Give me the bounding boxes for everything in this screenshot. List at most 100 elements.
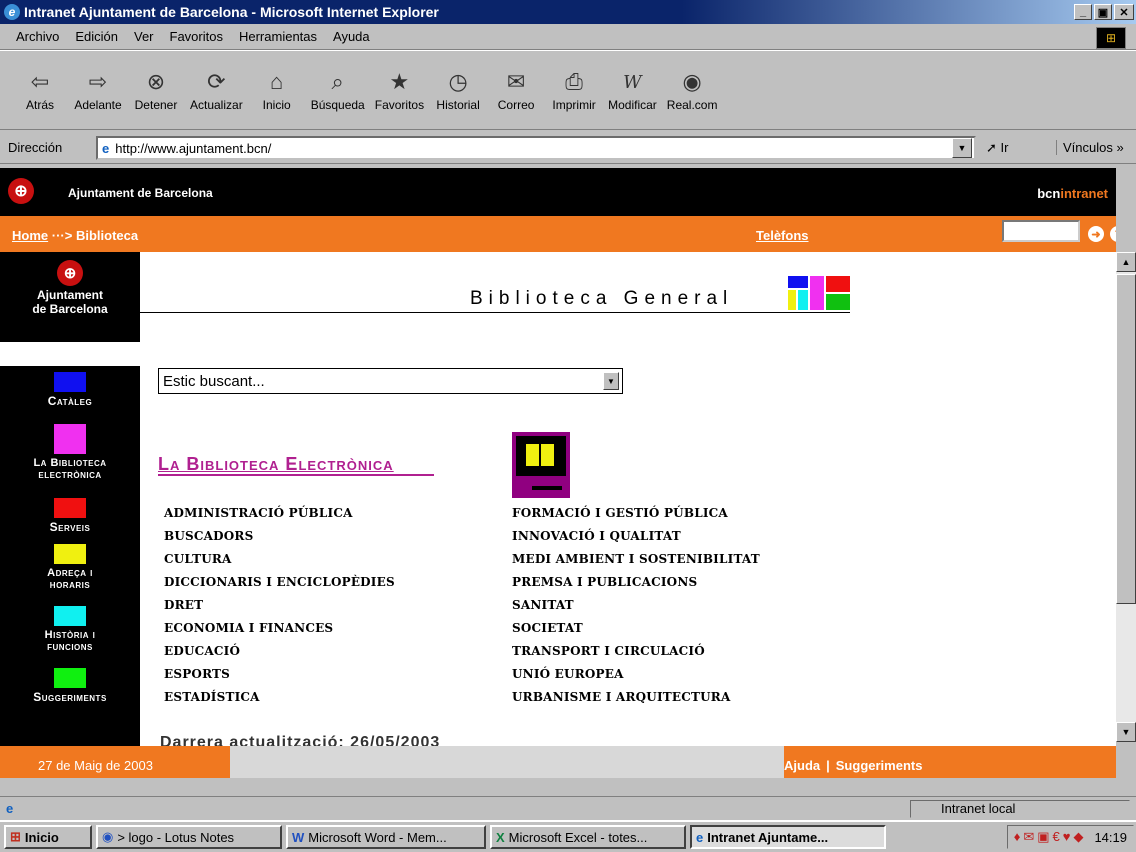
category-link[interactable]: CULTURA <box>164 552 232 566</box>
category-link[interactable]: UNIÓ EUROPEA <box>512 667 624 681</box>
category-link[interactable]: FORMACIÓ I GESTIÓ PÚBLICA <box>512 506 728 520</box>
forward-arrow-icon: ⇨ <box>88 69 108 94</box>
category-link[interactable]: EDUCACIÓ <box>164 644 240 658</box>
sidebar-item-adreca-horaris[interactable]: Adreça i horaris <box>0 544 140 591</box>
sidebar-item-cataleg[interactable]: Catàleg <box>0 372 140 408</box>
print-button[interactable]: ⎙ Imprimir <box>550 68 598 112</box>
phones-link[interactable]: Telèfons <box>756 228 809 243</box>
search-go-icon[interactable]: ➜ <box>1088 226 1104 242</box>
category-link[interactable]: URBANISME I ARQUITECTURA <box>512 690 730 704</box>
category-link[interactable]: MEDI AMBIENT I SOSTENIBILITAT <box>512 552 760 566</box>
excel-icon: X <box>496 829 505 845</box>
menu-ver[interactable]: Ver <box>134 29 154 44</box>
page-status-icon: e <box>6 801 14 816</box>
help-icon[interactable]: ? <box>1110 226 1116 242</box>
ajuntament-logo-icon: ⊕ <box>8 178 34 204</box>
go-button[interactable]: ➚ Ir <box>986 140 1008 156</box>
task-lotus-notes[interactable]: ◉ > logo - Lotus Notes <box>96 825 282 849</box>
page-icon: e <box>102 140 110 156</box>
refresh-button[interactable]: ⟳ Actualizar <box>190 68 243 112</box>
security-zone: Intranet local <box>910 800 1130 818</box>
task-excel[interactable]: X Microsoft Excel - totes... <box>490 825 686 849</box>
clock: 14:19 <box>1094 829 1127 845</box>
address-dropdown-button[interactable]: ▼ <box>952 138 972 158</box>
category-link[interactable]: SOCIETAT <box>512 621 583 635</box>
task-intranet[interactable]: e Intranet Ajuntame... <box>690 825 886 849</box>
edit-button[interactable]: W Modificar <box>608 68 657 113</box>
category-link[interactable]: ESPORTS <box>164 667 230 681</box>
lotus-icon: ◉ <box>102 829 114 844</box>
windows-logo-icon: ⊞ <box>1096 27 1126 49</box>
address-label: Dirección <box>8 140 63 155</box>
breadcrumb-current: Biblioteca <box>75 228 139 243</box>
forward-button[interactable]: ⇨ Adelante <box>74 68 122 112</box>
category-link[interactable]: DICCIONARIS I ENCICLOPÈDIES <box>164 575 395 589</box>
edit-icon: W <box>623 71 642 93</box>
search-button[interactable]: ⌕ Búsqueda <box>311 68 365 112</box>
back-button[interactable]: ⇦ Atrás <box>16 68 64 112</box>
stop-button[interactable]: ⊗ Detener <box>132 68 180 112</box>
standard-toolbar: ⇦ Atrás ⇨ Adelante ⊗ Detener ⟳ Actualizar ⌂ I… <box>0 50 1136 130</box>
breadcrumb-home-link[interactable]: Home <box>12 228 48 243</box>
yellow-square-icon <box>54 544 86 564</box>
status-bar: e Intranet local <box>0 796 1136 820</box>
category-link[interactable]: ADMINISTRACIÓ PÚBLICA <box>164 506 353 520</box>
help-link[interactable]: Ajuda <box>784 758 820 773</box>
minimize-button[interactable]: _ <box>1074 4 1092 20</box>
close-button[interactable]: ✕ <box>1114 4 1134 20</box>
refresh-icon: ⟳ <box>207 69 226 94</box>
restore-button[interactable]: ▣ <box>1094 4 1112 20</box>
category-link[interactable]: TRANSPORT I CIRCULACIÓ <box>512 644 705 658</box>
sidebar-item-biblioteca-electronica[interactable]: La Biblioteca electrònica <box>0 424 140 481</box>
menu-bar: Archivo Edición Ver Favoritos Herramient… <box>0 24 1136 50</box>
search-topic-select[interactable]: Estic buscant... ▼ <box>158 368 623 394</box>
site-header: ⊕ Ajuntament de Barcelona bcnintranet <box>0 168 1116 216</box>
category-link[interactable]: DRET <box>164 598 203 612</box>
home-button[interactable]: ⌂ Inicio <box>253 68 301 112</box>
red-square-icon <box>54 498 86 518</box>
start-button[interactable]: ⊞ Inicio <box>4 825 92 849</box>
category-link[interactable]: ECONOMIA I FINANCES <box>164 621 333 635</box>
sidebar-logo[interactable]: ⊕ Ajuntament de Barcelona <box>0 256 140 316</box>
task-word[interactable]: W Microsoft Word - Mem... <box>286 825 486 849</box>
ajuntament-emblem-icon: ⊕ <box>57 260 83 286</box>
scroll-up-icon[interactable]: ▲ <box>1116 252 1136 272</box>
category-link[interactable]: INNOVACIÓ I QUALITAT <box>512 529 681 543</box>
back-arrow-icon: ⇦ <box>30 69 50 94</box>
tray-icons[interactable]: ♦✉▣€♥◆ <box>1014 829 1087 845</box>
category-link[interactable]: BUSCADORS <box>164 529 253 543</box>
category-link[interactable]: PREMSA I PUBLICACIONS <box>512 575 697 589</box>
menu-archivo[interactable]: Archivo <box>16 29 59 44</box>
sidebar-item-historia-funcions[interactable]: Història i funcions <box>0 606 140 653</box>
sidebar-item-suggeriments[interactable]: Suggeriments <box>0 668 140 704</box>
footer-links: Ajuda | Suggeriments <box>784 758 923 773</box>
menu-herramientas[interactable]: Herramientas <box>239 29 317 44</box>
menu-favoritos[interactable]: Favoritos <box>170 29 223 44</box>
category-link[interactable]: SANITAT <box>512 598 574 612</box>
home-icon: ⌂ <box>270 69 284 94</box>
address-input[interactable]: e http://www.ajuntament.bcn/ <box>96 136 976 160</box>
sidebar-item-serveis[interactable]: Serveis <box>0 498 140 534</box>
menu-ayuda[interactable]: Ayuda <box>333 29 370 44</box>
mail-button[interactable]: ✉ Correo <box>492 68 540 112</box>
favorites-button[interactable]: ★ Favoritos <box>375 68 424 112</box>
menu-edicion[interactable]: Edición <box>75 29 118 44</box>
site-name: Ajuntament de Barcelona <box>68 186 213 200</box>
mail-icon: ✉ <box>506 69 526 94</box>
site-search-input[interactable] <box>1002 220 1080 242</box>
go-arrow-icon: ➚ <box>986 140 997 155</box>
vertical-scrollbar[interactable]: ▲ ▼ <box>1116 252 1136 742</box>
history-button[interactable]: ◷ Historial <box>434 68 482 112</box>
category-link[interactable]: ESTADÍSTICA <box>164 690 260 704</box>
realcom-button[interactable]: ◉ Real.com <box>667 68 718 112</box>
scroll-down-icon[interactable]: ▼ <box>1116 722 1136 742</box>
ie-task-icon: e <box>696 829 704 845</box>
suggestions-link[interactable]: Suggeriments <box>836 758 923 773</box>
links-button[interactable]: Vínculos » <box>1056 140 1124 155</box>
brand-logo[interactable]: bcnintranet <box>1037 186 1108 201</box>
sidebar-divider <box>0 342 140 366</box>
chevron-down-icon[interactable]: ▼ <box>603 372 619 390</box>
scroll-thumb[interactable] <box>1116 274 1136 604</box>
search-icon: ⌕ <box>331 69 344 94</box>
section-title[interactable]: La Biblioteca Electrònica <box>158 454 394 475</box>
